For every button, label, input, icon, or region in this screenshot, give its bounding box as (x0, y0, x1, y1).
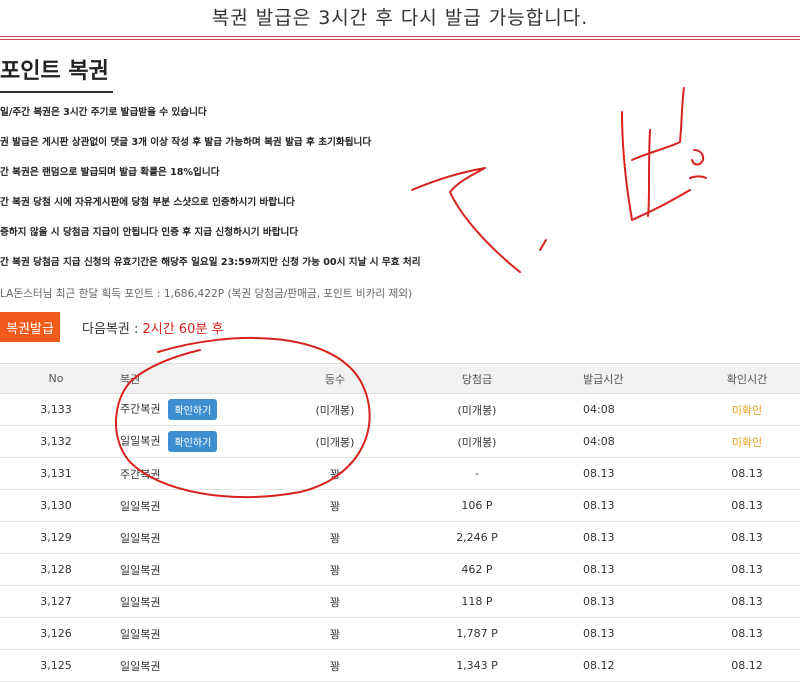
cell-prize: 118 P (401, 585, 553, 618)
cell-rank: 꽝 (269, 585, 401, 618)
header-rank: 등수 (269, 363, 401, 394)
cell-no: 3,132 (0, 425, 112, 458)
lotto-history-table: No 복권 등수 당첨금 발급시간 확인시간 3,133 주간복권 확인하기 (미… (0, 363, 800, 682)
cell-issued: 08.13 (553, 617, 694, 650)
cell-rank: 꽝 (269, 521, 401, 554)
table-row: 3,128 일일복권 꽝 462 P 08.13 08.13 (0, 553, 800, 586)
cell-issued: 04:08 (553, 425, 694, 458)
cell-issued: 08.13 (553, 553, 694, 586)
monthly-points-stats: LA돈스터님 최근 한달 획득 포인트 : 1,686,422P (복권 당첨금… (0, 288, 413, 300)
header-divider (0, 36, 800, 40)
table-header-row: No 복권 등수 당첨금 발급시간 확인시간 (0, 363, 800, 394)
cell-checked: 08.13 (694, 553, 800, 586)
table-row: 3,129 일일복권 꽝 2,246 P 08.13 08.13 (0, 521, 800, 554)
next-lotto-info: 다음복권 : 2시간 60분 후 (82, 318, 223, 337)
header-prize: 당첨금 (401, 363, 553, 394)
cell-checked: 미확인 (694, 393, 800, 426)
cell-prize: 2,246 P (401, 521, 553, 554)
reissue-notice: 복권 발급은 3시간 후 다시 발급 가능합니다. (211, 7, 589, 29)
lotto-type: 주간복권 (120, 402, 161, 416)
cell-checked: 08.13 (694, 457, 800, 490)
cell-issued: 04:08 (553, 393, 694, 426)
cell-no: 3,128 (0, 553, 112, 586)
cell-rank: (미개봉) (269, 425, 401, 458)
cell-no: 3,130 (0, 489, 112, 522)
table-row: 3,126 일일복권 꽝 1,787 P 08.13 08.13 (0, 617, 800, 650)
cell-prize: - (401, 457, 553, 490)
cell-issued: 08.13 (553, 521, 694, 554)
cell-checked: 08.13 (694, 521, 800, 554)
cell-rank: 꽝 (269, 649, 401, 682)
rule-item: 간 복권 당첨 시에 자유게시판에 당첨 부분 스샷으로 인증하시기 바랍니다 (0, 197, 295, 208)
cell-checked: 08.13 (694, 585, 800, 618)
cell-no: 3,131 (0, 457, 112, 490)
table-row: 3,131 주간복권 꽝 - 08.13 08.13 (0, 457, 800, 490)
rules-list: 일/주간 복권은 3시간 주기로 발급받을 수 있습니다 권 발급은 게시판 상… (0, 104, 790, 284)
header-issued: 발급시간 (553, 363, 694, 394)
cell-no: 3,129 (0, 521, 112, 554)
rule-item: 간 복권 당첨금 지급 신청의 유효기간은 해당주 일요일 23:59까지만 신… (0, 257, 421, 268)
cell-prize: 1,787 P (401, 617, 553, 650)
cell-prize: 1,343 P (401, 649, 553, 682)
header-lotto: 복권 (112, 363, 269, 394)
cell-issued: 08.13 (553, 457, 694, 490)
cell-lotto: 일일복권 확인하기 (112, 425, 269, 458)
table-row: 3,127 일일복권 꽝 118 P 08.13 08.13 (0, 585, 800, 618)
cell-prize: 462 P (401, 553, 553, 586)
cell-rank: 꽝 (269, 457, 401, 490)
rule-item: 권 발급은 게시판 상관없이 댓글 3개 이상 작성 후 발급 가능하며 복권 … (0, 137, 372, 148)
cell-rank: (미개봉) (269, 393, 401, 426)
confirm-button[interactable]: 확인하기 (168, 431, 218, 452)
next-lotto-timer: 2시간 60분 후 (142, 322, 224, 337)
header-checked: 확인시간 (694, 363, 800, 394)
page-title: 포인트 복권 (0, 53, 113, 93)
table-row: 3,130 일일복권 꽝 106 P 08.13 08.13 (0, 489, 800, 522)
cell-lotto: 일일복권 (112, 617, 269, 650)
cell-no: 3,133 (0, 393, 112, 426)
table-row: 3,125 일일복권 꽝 1,343 P 08.12 08.12 (0, 649, 800, 682)
table-row: 3,133 주간복권 확인하기 (미개봉) (미개봉) 04:08 미확인 (0, 393, 800, 426)
table-row: 3,132 일일복권 확인하기 (미개봉) (미개봉) 04:08 미확인 (0, 425, 800, 458)
confirm-button[interactable]: 확인하기 (168, 399, 218, 420)
rule-item: 일/주간 복권은 3시간 주기로 발급받을 수 있습니다 (0, 107, 207, 118)
cell-no: 3,125 (0, 649, 112, 682)
cell-lotto: 일일복권 (112, 553, 269, 586)
cell-lotto: 주간복권 확인하기 (112, 393, 269, 426)
cell-no: 3,126 (0, 617, 112, 650)
cell-prize: 106 P (401, 489, 553, 522)
cell-rank: 꽝 (269, 617, 401, 650)
cell-lotto: 주간복권 (112, 457, 269, 490)
cell-issued: 08.13 (553, 489, 694, 522)
cell-checked: 08.13 (694, 617, 800, 650)
cell-prize: (미개봉) (401, 425, 553, 458)
cell-issued: 08.13 (553, 585, 694, 618)
cell-checked: 08.13 (694, 489, 800, 522)
lotto-type: 일일복권 (120, 434, 161, 448)
cell-lotto: 일일복권 (112, 521, 269, 554)
cell-checked: 미확인 (694, 425, 800, 458)
cell-lotto: 일일복권 (112, 489, 269, 522)
issue-lotto-button[interactable]: 복권발급 (0, 312, 60, 342)
cell-rank: 꽝 (269, 553, 401, 586)
cell-rank: 꽝 (269, 489, 401, 522)
cell-checked: 08.12 (694, 649, 800, 682)
cell-issued: 08.12 (553, 649, 694, 682)
rule-item: 증하지 않을 시 당첨금 지급이 안됩니다 인증 후 지급 신청하시기 바랍니다 (0, 227, 299, 238)
next-lotto-label: 다음복권 : (82, 322, 143, 337)
cell-lotto: 일일복권 (112, 585, 269, 618)
cell-prize: (미개봉) (401, 393, 553, 426)
header-no: No (0, 363, 112, 394)
cell-no: 3,127 (0, 585, 112, 618)
rule-item: 간 복권은 랜덤으로 발급되며 발급 확률은 18%입니다 (0, 167, 220, 178)
cell-lotto: 일일복권 (112, 649, 269, 682)
